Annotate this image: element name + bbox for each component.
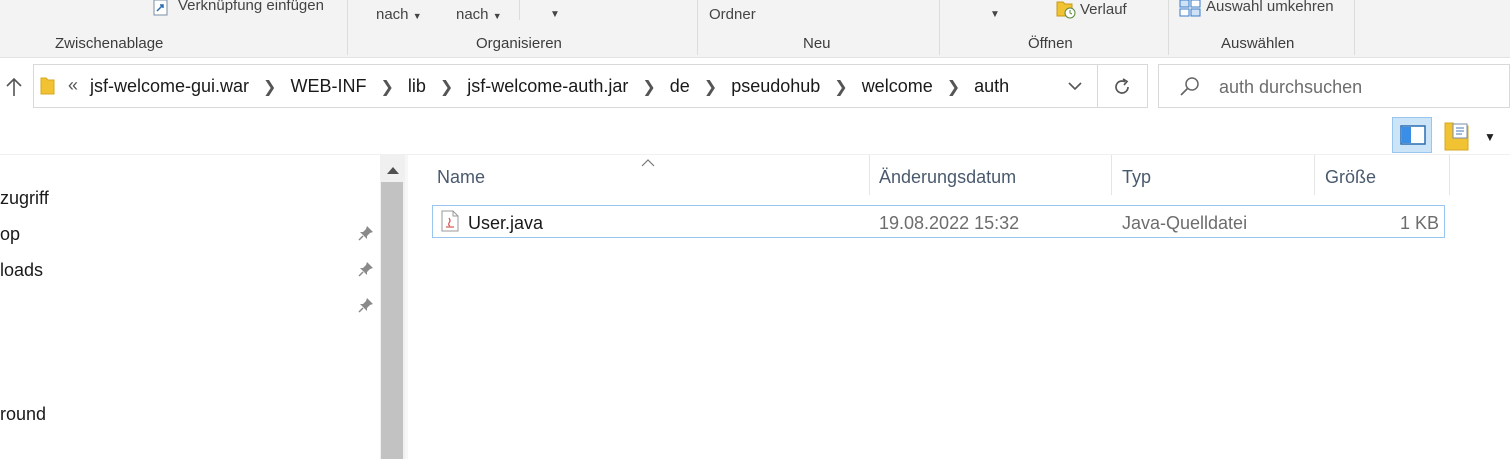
ribbon-separator <box>697 0 698 55</box>
address-bar[interactable]: « jsf-welcome-gui.war ❯ WEB-INF ❯ lib ❯ … <box>33 64 1098 108</box>
paste-shortcut-button[interactable]: Verknüpfung einfügen <box>178 0 324 14</box>
open-dropdown-icon[interactable]: ▼ <box>990 9 1000 20</box>
chevron-down-icon[interactable] <box>1067 79 1083 98</box>
group-label-open: Öffnen <box>1028 35 1073 52</box>
refresh-icon <box>1112 77 1132 102</box>
preview-pane-icon <box>1400 125 1426 150</box>
column-separator[interactable] <box>1111 155 1112 195</box>
nav-scrollbar-thumb[interactable] <box>381 182 403 459</box>
file-row[interactable]: User.java 19.08.2022 15:32 Java-Quelldat… <box>432 205 1445 238</box>
column-header-date[interactable]: Änderungsdatum <box>879 167 1016 188</box>
chevron-right-icon[interactable]: ❯ <box>704 77 717 97</box>
pin-icon[interactable] <box>358 297 374 318</box>
nav-item-quick-access[interactable]: zugriff <box>0 188 49 209</box>
group-label-organize: Organisieren <box>476 35 562 52</box>
history-button[interactable]: Verlauf <box>1080 1 1127 18</box>
delete-dropdown-icon[interactable]: ▼ <box>550 9 560 20</box>
ribbon-separator <box>347 0 348 55</box>
nav-item-background[interactable]: round <box>0 404 46 425</box>
view-options-dropdown-icon[interactable]: ▼ <box>1484 130 1496 144</box>
new-folder-button[interactable]: Ordner <box>709 6 756 23</box>
breadcrumb-item[interactable]: welcome <box>862 76 933 97</box>
group-label-clipboard: Zwischenablage <box>55 35 164 52</box>
up-arrow-icon[interactable] <box>4 76 24 98</box>
folder-icon <box>40 76 56 101</box>
search-input[interactable]: auth durchsuchen <box>1219 77 1362 98</box>
chevron-down-icon: ▼ <box>492 11 502 21</box>
file-date: 19.08.2022 15:32 <box>879 213 1020 233</box>
column-header-size[interactable]: Größe <box>1325 167 1376 188</box>
ribbon-separator <box>1168 0 1169 55</box>
column-separator[interactable] <box>869 155 870 195</box>
column-separator[interactable] <box>1449 155 1450 195</box>
group-label-new: Neu <box>803 35 831 52</box>
sort-ascending-icon <box>641 154 655 172</box>
file-type: Java-Quelldatei <box>1122 213 1248 233</box>
nav-item-downloads[interactable]: loads <box>0 260 43 281</box>
breadcrumb-item[interactable]: de <box>670 76 690 97</box>
breadcrumb-item[interactable]: WEB-INF <box>290 76 366 97</box>
details-pane-icon[interactable] <box>1444 121 1470 156</box>
file-name[interactable]: User.java <box>468 213 543 234</box>
invert-selection-button[interactable]: Auswahl umkehren <box>1206 0 1334 15</box>
ribbon-separator <box>519 0 520 20</box>
paste-shortcut-icon[interactable] <box>152 0 170 16</box>
file-size: 1 KB <box>1399 213 1439 233</box>
chevron-right-icon[interactable]: ❯ <box>947 77 960 97</box>
pin-icon[interactable] <box>358 261 374 282</box>
ribbon-separator <box>939 0 940 55</box>
chevron-right-icon[interactable]: ❯ <box>642 77 655 97</box>
java-file-icon <box>441 210 459 237</box>
ribbon: Verknüpfung einfügen Zwischenablage nach… <box>0 0 1510 58</box>
preview-pane-button[interactable] <box>1392 117 1432 153</box>
move-to-label: nach <box>376 6 409 23</box>
breadcrumb-item[interactable]: jsf-welcome-auth.jar <box>467 76 628 97</box>
breadcrumb-item[interactable]: lib <box>408 76 426 97</box>
pane-divider[interactable] <box>405 155 408 459</box>
nav-item-desktop[interactable]: op <box>0 224 20 245</box>
breadcrumb-overflow[interactable]: « <box>68 75 78 96</box>
pin-icon[interactable] <box>358 225 374 246</box>
scroll-up-arrow-icon[interactable] <box>386 163 400 181</box>
column-separator[interactable] <box>1314 155 1315 195</box>
column-header-name[interactable]: Name <box>437 167 485 188</box>
breadcrumb-item[interactable]: auth <box>974 76 1009 97</box>
ribbon-separator <box>1354 0 1355 55</box>
breadcrumb-item[interactable]: pseudohub <box>731 76 820 97</box>
chevron-right-icon[interactable]: ❯ <box>440 77 453 97</box>
chevron-right-icon[interactable]: ❯ <box>380 77 393 97</box>
nav-scrollbar[interactable] <box>380 155 405 459</box>
search-box[interactable]: auth durchsuchen <box>1158 64 1510 108</box>
chevron-down-icon: ▼ <box>412 11 422 21</box>
move-to-button[interactable]: nach ▼ <box>376 6 422 23</box>
copy-to-button[interactable]: nach ▼ <box>456 6 502 23</box>
chevron-right-icon[interactable]: ❯ <box>263 77 276 97</box>
copy-to-label: nach <box>456 6 489 23</box>
navigation-pane: zugriff op loads round <box>0 155 380 459</box>
group-label-select: Auswählen <box>1221 35 1295 52</box>
breadcrumb: jsf-welcome-gui.war ❯ WEB-INF ❯ lib ❯ js… <box>90 76 1009 97</box>
chevron-right-icon[interactable]: ❯ <box>834 77 847 97</box>
refresh-button[interactable] <box>1098 64 1148 108</box>
breadcrumb-item[interactable]: jsf-welcome-gui.war <box>90 76 249 97</box>
invert-selection-icon <box>1179 0 1201 18</box>
history-icon <box>1056 0 1078 20</box>
column-header-type[interactable]: Typ <box>1122 167 1151 188</box>
search-icon <box>1179 76 1201 103</box>
